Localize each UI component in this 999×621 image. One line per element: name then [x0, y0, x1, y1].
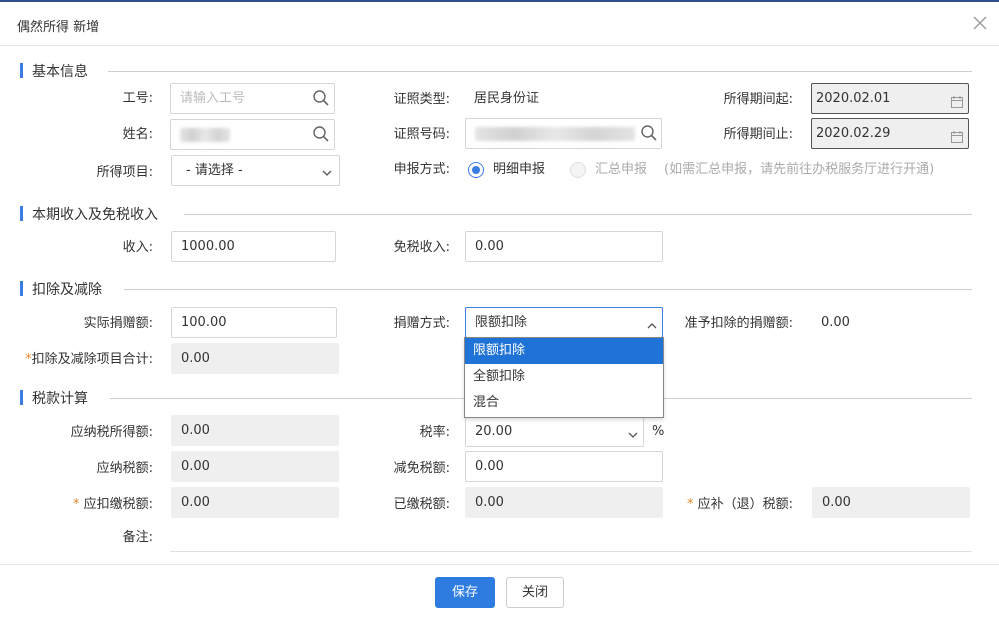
remark-input[interactable] [170, 551, 972, 552]
donation-method-dropdown[interactable]: 限额扣除 全额扣除 混合 [464, 337, 664, 418]
allowed-donation-value: 0.00 [821, 315, 850, 330]
search-icon[interactable] [312, 125, 330, 143]
tax-refund-input: 0.00 [812, 487, 970, 518]
deduction-total-label: *扣除及减除项目合计: [25, 352, 153, 367]
radio-selected[interactable] [468, 162, 484, 178]
tax-relief-label: 减免税额: [393, 461, 450, 476]
emp-no-label: 工号: [122, 91, 153, 106]
section-deduction: 扣除及减除 [18, 279, 972, 299]
search-icon[interactable] [312, 89, 330, 107]
donation-method-label: 捐赠方式: [393, 316, 450, 331]
income-item-select[interactable]: - 请选择 - [171, 155, 340, 186]
income-input[interactable]: 1000.00 [171, 231, 336, 262]
section-title: 基本信息 [32, 64, 88, 80]
radio-detail-declare[interactable]: 明细申报 [468, 162, 558, 180]
chevron-down-icon [626, 424, 640, 438]
allowed-donation-label: 准予扣除的捐赠额: [684, 316, 793, 331]
dropdown-option-mixed[interactable]: 混合 [465, 390, 663, 416]
tax-withhold-input: 0.00 [171, 487, 339, 518]
id-no-label: 证照号码: [393, 127, 450, 142]
dropdown-option-full[interactable]: 全额扣除 [465, 364, 663, 390]
section-title: 税款计算 [32, 391, 88, 407]
declare-method-label: 申报方式: [393, 162, 450, 177]
section-title: 本期收入及免税收入 [32, 207, 158, 223]
remark-label: 备注: [122, 530, 153, 545]
period-end-input[interactable]: 2020.02.29 [811, 118, 969, 149]
radio-disabled [570, 162, 586, 178]
tax-paid-input: 0.00 [465, 487, 663, 518]
radio-summary-declare: 汇总申报 [570, 162, 660, 180]
section-title: 扣除及减除 [32, 282, 102, 298]
id-type-label: 证照类型: [393, 92, 450, 107]
exempt-income-label: 免税收入: [393, 240, 450, 255]
tax-payable-label: 应纳税额: [96, 461, 153, 476]
taxable-income-label: 应纳税所得额: [70, 425, 153, 440]
actual-donation-label: 实际捐赠额: [83, 316, 153, 331]
name-input[interactable] [170, 119, 335, 150]
section-income: 本期收入及免税收入 [18, 204, 972, 224]
dialog-header: 偶然所得 新增 [0, 2, 999, 46]
close-button[interactable]: 关闭 [506, 577, 564, 608]
taxable-income-input: 0.00 [171, 415, 339, 446]
chevron-down-icon [320, 162, 334, 176]
declare-hint: (如需汇总申报，请先前往办税服务厅进行开通) [664, 162, 935, 177]
dialog-title: 偶然所得 新增 [17, 20, 100, 35]
period-end-label: 所得期间止: [723, 127, 793, 142]
tax-refund-label: * 应补（退）税额: [686, 497, 793, 512]
tax-relief-input[interactable]: 0.00 [465, 451, 663, 482]
id-no-input[interactable] [465, 118, 662, 149]
name-label: 姓名: [122, 127, 153, 142]
calendar-icon[interactable] [950, 91, 964, 108]
period-start-input[interactable]: 2020.02.01 [811, 83, 969, 114]
section-basic-info: 基本信息 [18, 61, 972, 81]
redacted-name [180, 127, 230, 142]
donation-method-select[interactable]: 限额扣除 [465, 307, 663, 338]
income-label: 收入: [122, 240, 153, 255]
tax-payable-input: 0.00 [171, 451, 339, 482]
emp-no-input[interactable]: 请输入工号 [170, 83, 335, 114]
save-button[interactable]: 保存 [435, 577, 495, 608]
period-start-label: 所得期间起: [723, 92, 793, 107]
dialog-footer: 保存 关闭 [0, 564, 999, 621]
dropdown-option-limited[interactable]: 限额扣除 [465, 338, 663, 364]
redacted-id-number [475, 126, 635, 141]
tax-rate-label: 税率: [419, 425, 450, 440]
tax-rate-select[interactable]: 20.00 [465, 416, 644, 447]
calendar-icon[interactable] [950, 126, 964, 143]
id-type-value: 居民身份证 [474, 91, 540, 106]
actual-donation-input[interactable]: 100.00 [171, 307, 337, 338]
deduction-total-input: 0.00 [171, 343, 339, 374]
tax-withhold-label: * 应扣缴税额: [72, 497, 153, 512]
chevron-up-icon [645, 315, 659, 329]
income-item-label: 所得项目: [96, 165, 153, 180]
search-icon[interactable] [640, 124, 658, 142]
close-icon[interactable] [970, 13, 990, 33]
exempt-income-input[interactable]: 0.00 [465, 231, 663, 262]
tax-rate-unit: % [652, 424, 665, 439]
tax-paid-label: 已缴税额: [393, 497, 450, 512]
